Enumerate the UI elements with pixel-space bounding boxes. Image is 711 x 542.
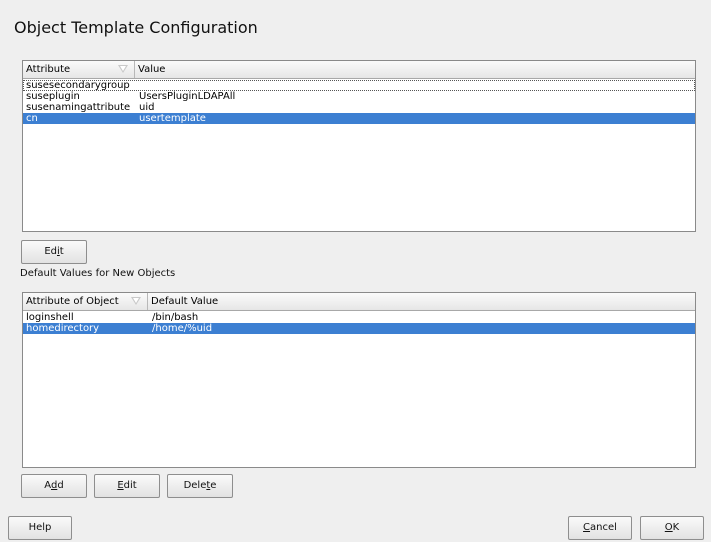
value-cell: usertemplate <box>139 113 206 124</box>
template-table-header: Attribute Value <box>23 61 695 79</box>
value-cell: /home/%uid <box>152 323 213 334</box>
sort-indicator-icon <box>118 65 128 73</box>
add-button[interactable]: Add <box>21 474 87 498</box>
table-row-selected[interactable]: cn usertemplate <box>23 113 695 124</box>
default-values-table[interactable]: Attribute of Object Default Value logins… <box>22 292 696 468</box>
column-header-default-value[interactable]: Default Value <box>148 293 695 310</box>
attribute-cell: cn <box>26 113 38 124</box>
table-row[interactable]: loginshell /bin/bash <box>23 312 695 323</box>
table-row-selected[interactable]: homedirectory /home/%uid <box>23 323 695 334</box>
ok-button[interactable]: OK <box>640 516 704 540</box>
value-cell <box>136 80 139 91</box>
value-cell: UsersPluginLDAPAll <box>139 91 236 102</box>
attribute-cell: susenamingattribute <box>26 102 131 113</box>
sort-indicator-icon <box>131 297 141 305</box>
delete-button[interactable]: Delete <box>167 474 233 498</box>
attribute-cell: suseplugin <box>26 91 80 102</box>
mnemonic-key: O <box>664 522 673 533</box>
defaults-table-header: Attribute of Object Default Value <box>23 293 695 311</box>
attribute-cell: susesecondarygroup <box>26 80 130 91</box>
help-button[interactable]: Help <box>8 516 72 540</box>
template-attribute-table[interactable]: Attribute Value susesecondarygroup susep… <box>22 60 696 232</box>
column-header-value[interactable]: Value <box>135 61 695 78</box>
mnemonic-key: C <box>583 522 591 533</box>
attribute-cell: homedirectory <box>26 323 100 334</box>
table-row[interactable]: susenamingattribute uid <box>23 102 695 113</box>
column-header-attribute-of-object[interactable]: Attribute of Object <box>23 293 148 310</box>
column-header-attribute[interactable]: Attribute <box>23 61 135 78</box>
defaults-section-label: Default Values for New Objects <box>20 268 176 279</box>
value-cell: /bin/bash <box>152 312 199 323</box>
page-title: Object Template Configuration <box>14 18 258 37</box>
attribute-cell: loginshell <box>26 312 74 323</box>
value-cell: uid <box>139 102 155 113</box>
cancel-button[interactable]: Cancel <box>568 516 632 540</box>
table-row[interactable]: suseplugin UsersPluginLDAPAll <box>23 91 695 102</box>
edit-template-button[interactable]: Edit <box>21 240 87 264</box>
table-row[interactable]: susesecondarygroup <box>23 80 695 91</box>
edit-default-button[interactable]: Edit <box>94 474 160 498</box>
